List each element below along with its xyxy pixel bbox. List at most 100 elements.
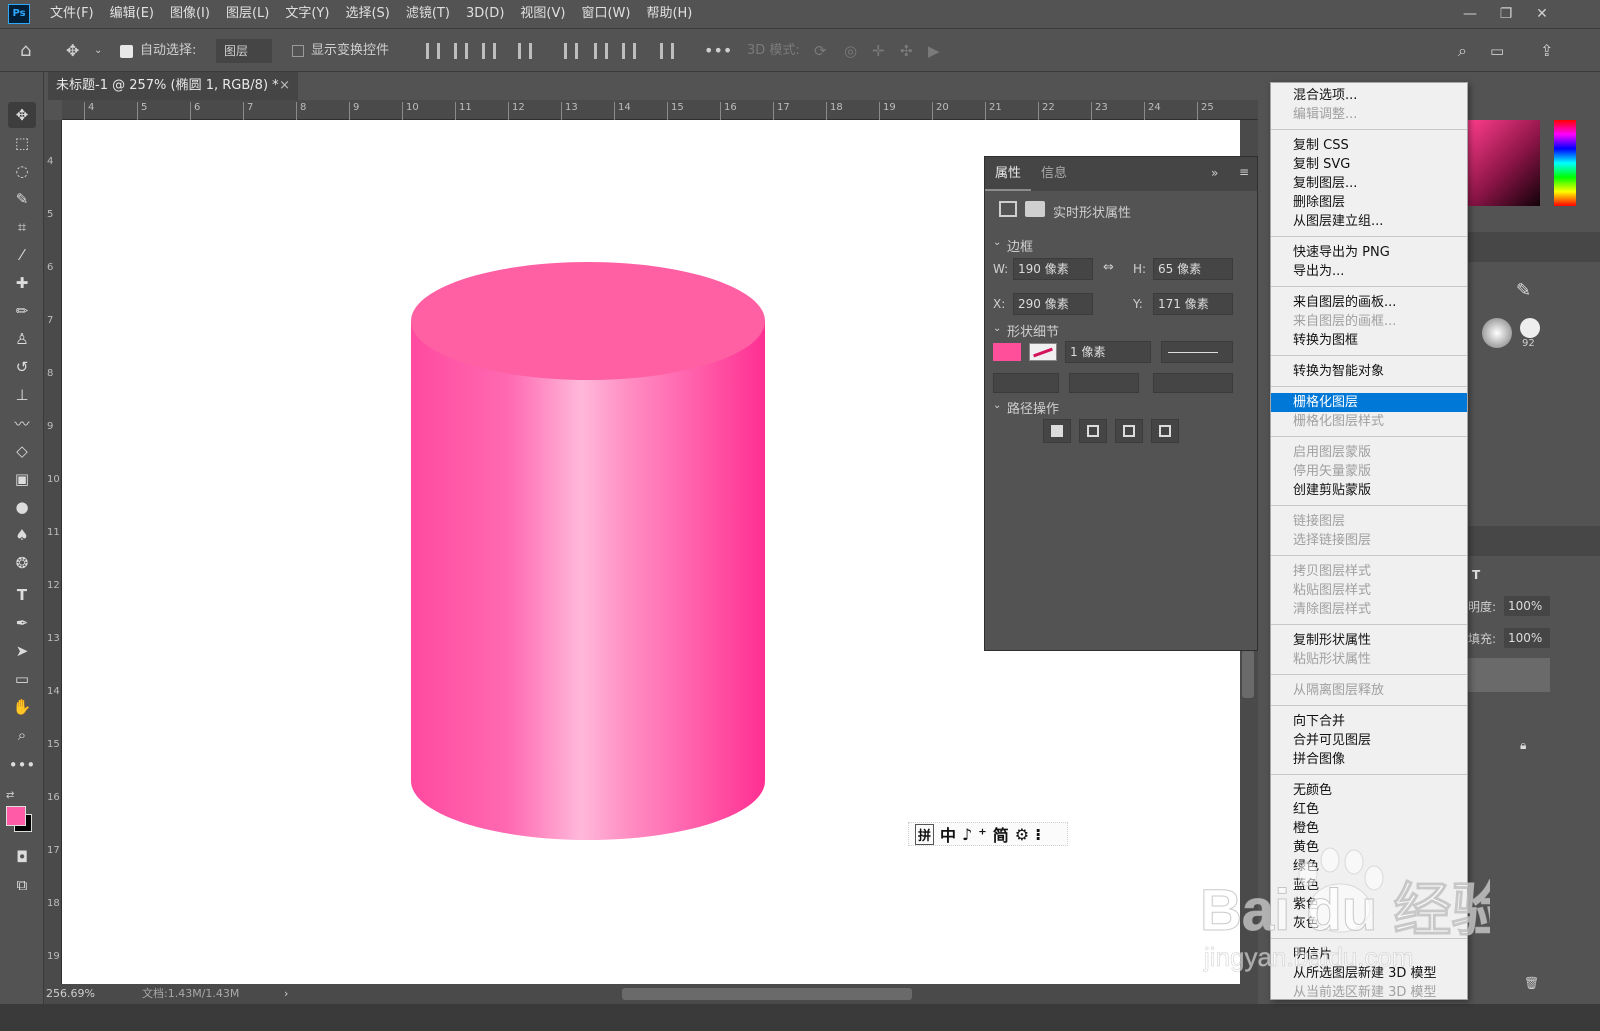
ime-toolbar[interactable]: 拼 中 ♪ ⁺ 简 ⚙ ⁝ bbox=[908, 822, 1068, 846]
menu-help[interactable]: 帮助(H) bbox=[638, 0, 700, 28]
ime-punctuation-icon[interactable]: ⁺ bbox=[978, 825, 986, 844]
scroll-thumb[interactable] bbox=[1242, 650, 1254, 698]
brush-tool-icon[interactable]: ✏ bbox=[8, 298, 36, 324]
quick-select-tool-icon[interactable]: ✎ bbox=[8, 186, 36, 212]
menu-layer[interactable]: 图层(L) bbox=[218, 0, 277, 28]
context-menu-item[interactable]: 红色 bbox=[1271, 800, 1467, 819]
3d-camera-icon[interactable]: ▶ bbox=[928, 39, 940, 63]
menu-window[interactable]: 窗口(W) bbox=[573, 0, 638, 28]
stroke-align-dropdown[interactable] bbox=[993, 373, 1059, 393]
fill-field[interactable]: 100% bbox=[1504, 628, 1550, 648]
context-menu-item[interactable]: 复制 CSS bbox=[1271, 136, 1467, 155]
context-menu-item[interactable]: 从图层建立组... bbox=[1271, 212, 1467, 231]
chevron-right-icon[interactable]: › bbox=[284, 984, 288, 1004]
show-transform-checkbox[interactable] bbox=[292, 45, 304, 57]
eyedropper-tool-icon[interactable]: ⁄ bbox=[8, 242, 36, 268]
context-menu-item[interactable]: 拼合图像 bbox=[1271, 750, 1467, 769]
chevron-down-icon[interactable]: ⌄ bbox=[94, 39, 102, 63]
mask-properties-icon[interactable] bbox=[1025, 201, 1045, 217]
context-menu-item[interactable]: 复制形状属性 bbox=[1271, 631, 1467, 650]
intersect-shape-button[interactable] bbox=[1115, 419, 1143, 443]
collapse-icon[interactable]: » bbox=[1211, 166, 1218, 180]
exclude-shape-button[interactable] bbox=[1151, 419, 1179, 443]
align-center-icon[interactable] bbox=[454, 43, 468, 59]
stamp-icon[interactable]: ⊥ bbox=[8, 382, 36, 408]
ime-pinyin-icon[interactable]: 拼 bbox=[915, 823, 935, 845]
context-menu-item[interactable]: 绿色 bbox=[1271, 857, 1467, 876]
menu-3d[interactable]: 3D(D) bbox=[458, 0, 512, 28]
opacity-field[interactable]: 100% bbox=[1504, 596, 1550, 616]
eraser-tool-icon[interactable]: ◇ bbox=[8, 438, 36, 464]
y-field[interactable]: 171 像素 bbox=[1153, 293, 1233, 315]
path-select-icon[interactable]: ➤ bbox=[8, 638, 36, 664]
crop-tool-icon[interactable]: ⌗ bbox=[8, 214, 36, 240]
context-menu-item[interactable]: 合并可见图层 bbox=[1271, 731, 1467, 750]
restore-icon[interactable]: ❐ bbox=[1488, 0, 1524, 28]
zoom-tool-icon[interactable]: ⌕ bbox=[8, 722, 36, 748]
home-icon[interactable]: ⌂ bbox=[20, 39, 31, 63]
blur-tool-icon[interactable]: ● bbox=[8, 494, 36, 520]
pen-tool-icon[interactable]: ✒ bbox=[8, 610, 36, 636]
menu-file[interactable]: 文件(F) bbox=[42, 0, 102, 28]
tab-info[interactable]: 信息 bbox=[1031, 157, 1077, 191]
menu-type[interactable]: 文字(Y) bbox=[277, 0, 337, 28]
stroke-cap-dropdown[interactable] bbox=[1069, 373, 1139, 393]
type-tool-icon[interactable]: T bbox=[8, 582, 36, 608]
swap-colors-icon[interactable]: ⇄ bbox=[6, 790, 14, 801]
context-menu-item[interactable]: 来自图层的画板... bbox=[1271, 293, 1467, 312]
align-left-icon[interactable] bbox=[426, 43, 440, 59]
type-filter-icon[interactable]: T bbox=[1472, 568, 1480, 582]
menu-filter[interactable]: 滤镜(T) bbox=[398, 0, 458, 28]
distribute-icon[interactable] bbox=[518, 43, 532, 59]
ime-more-icon[interactable]: ⁝ bbox=[1035, 825, 1041, 844]
more-tools-icon[interactable]: ••• bbox=[8, 752, 36, 778]
context-menu-item[interactable]: 快速导出为 PNG bbox=[1271, 243, 1467, 262]
3d-roll-icon[interactable]: ◎ bbox=[844, 39, 857, 63]
align-middle-icon[interactable] bbox=[594, 43, 608, 59]
document-tab[interactable]: 未标题-1 @ 257% (椭圆 1, RGB/8) * × bbox=[48, 72, 298, 100]
auto-select-checkbox[interactable] bbox=[120, 45, 133, 58]
link-icon[interactable]: ⇔ bbox=[1103, 260, 1114, 275]
rectangle-tool-icon[interactable]: ▭ bbox=[8, 666, 36, 692]
stroke-style-dropdown[interactable] bbox=[1161, 341, 1233, 363]
sponge-tool-icon[interactable]: ❂ bbox=[8, 550, 36, 576]
workspace-icon[interactable]: ▭ bbox=[1490, 39, 1504, 63]
context-menu-item[interactable]: 混合选项... bbox=[1271, 86, 1467, 105]
zoom-level[interactable]: 256.69% bbox=[46, 984, 95, 1004]
fill-swatch[interactable] bbox=[993, 343, 1021, 361]
context-menu-item[interactable]: 无颜色 bbox=[1271, 781, 1467, 800]
close-tab-icon[interactable]: × bbox=[279, 72, 290, 100]
lasso-tool-icon[interactable]: ◌ bbox=[8, 158, 36, 184]
combine-shapes-button[interactable] bbox=[1043, 419, 1071, 443]
context-menu-item[interactable]: 明信片 bbox=[1271, 945, 1467, 964]
hand-tool-icon[interactable]: ✋ bbox=[8, 694, 36, 720]
context-menu-item[interactable]: 橙色 bbox=[1271, 819, 1467, 838]
art-brush-icon[interactable]: 〰 bbox=[8, 410, 36, 436]
ime-halfwidth-icon[interactable]: ♪ bbox=[962, 825, 972, 844]
3d-slide-icon[interactable]: ✣ bbox=[900, 39, 913, 63]
share-icon[interactable]: ⇪ bbox=[1540, 39, 1553, 63]
marquee-tool-icon[interactable]: ⬚ bbox=[8, 130, 36, 156]
search-icon[interactable]: ⌕ bbox=[1458, 39, 1467, 63]
context-menu-item[interactable]: 黄色 bbox=[1271, 838, 1467, 857]
x-field[interactable]: 290 像素 bbox=[1013, 293, 1093, 315]
chevron-down-icon[interactable]: ⌄ bbox=[993, 323, 1001, 334]
context-menu-item[interactable]: 复制 SVG bbox=[1271, 155, 1467, 174]
soft-brush-preset[interactable] bbox=[1482, 318, 1512, 348]
tab-properties[interactable]: 属性 bbox=[985, 157, 1032, 191]
move-tool-icon[interactable]: ✥ bbox=[8, 102, 36, 128]
context-menu-item[interactable]: 删除图层 bbox=[1271, 193, 1467, 212]
auto-select-target-dropdown[interactable]: 图层 bbox=[216, 39, 272, 63]
context-menu-item[interactable]: 紫色 bbox=[1271, 895, 1467, 914]
context-menu-item[interactable]: 转换为智能对象 bbox=[1271, 362, 1467, 381]
context-menu-item[interactable]: 灰色 bbox=[1271, 914, 1467, 933]
horizontal-scroll-thumb[interactable] bbox=[622, 988, 912, 1000]
menu-view[interactable]: 视图(V) bbox=[512, 0, 573, 28]
history-brush-icon[interactable]: ↺ bbox=[8, 354, 36, 380]
align-bottom-icon[interactable] bbox=[622, 43, 636, 59]
3d-orbit-icon[interactable]: ⟳ bbox=[814, 39, 827, 63]
ime-chinese-mode[interactable]: 中 bbox=[940, 822, 956, 846]
brush-edit-icon[interactable]: ✎ bbox=[1516, 280, 1531, 301]
ime-simplified[interactable]: 简 bbox=[993, 822, 1009, 846]
stroke-join-dropdown[interactable] bbox=[1153, 373, 1233, 393]
